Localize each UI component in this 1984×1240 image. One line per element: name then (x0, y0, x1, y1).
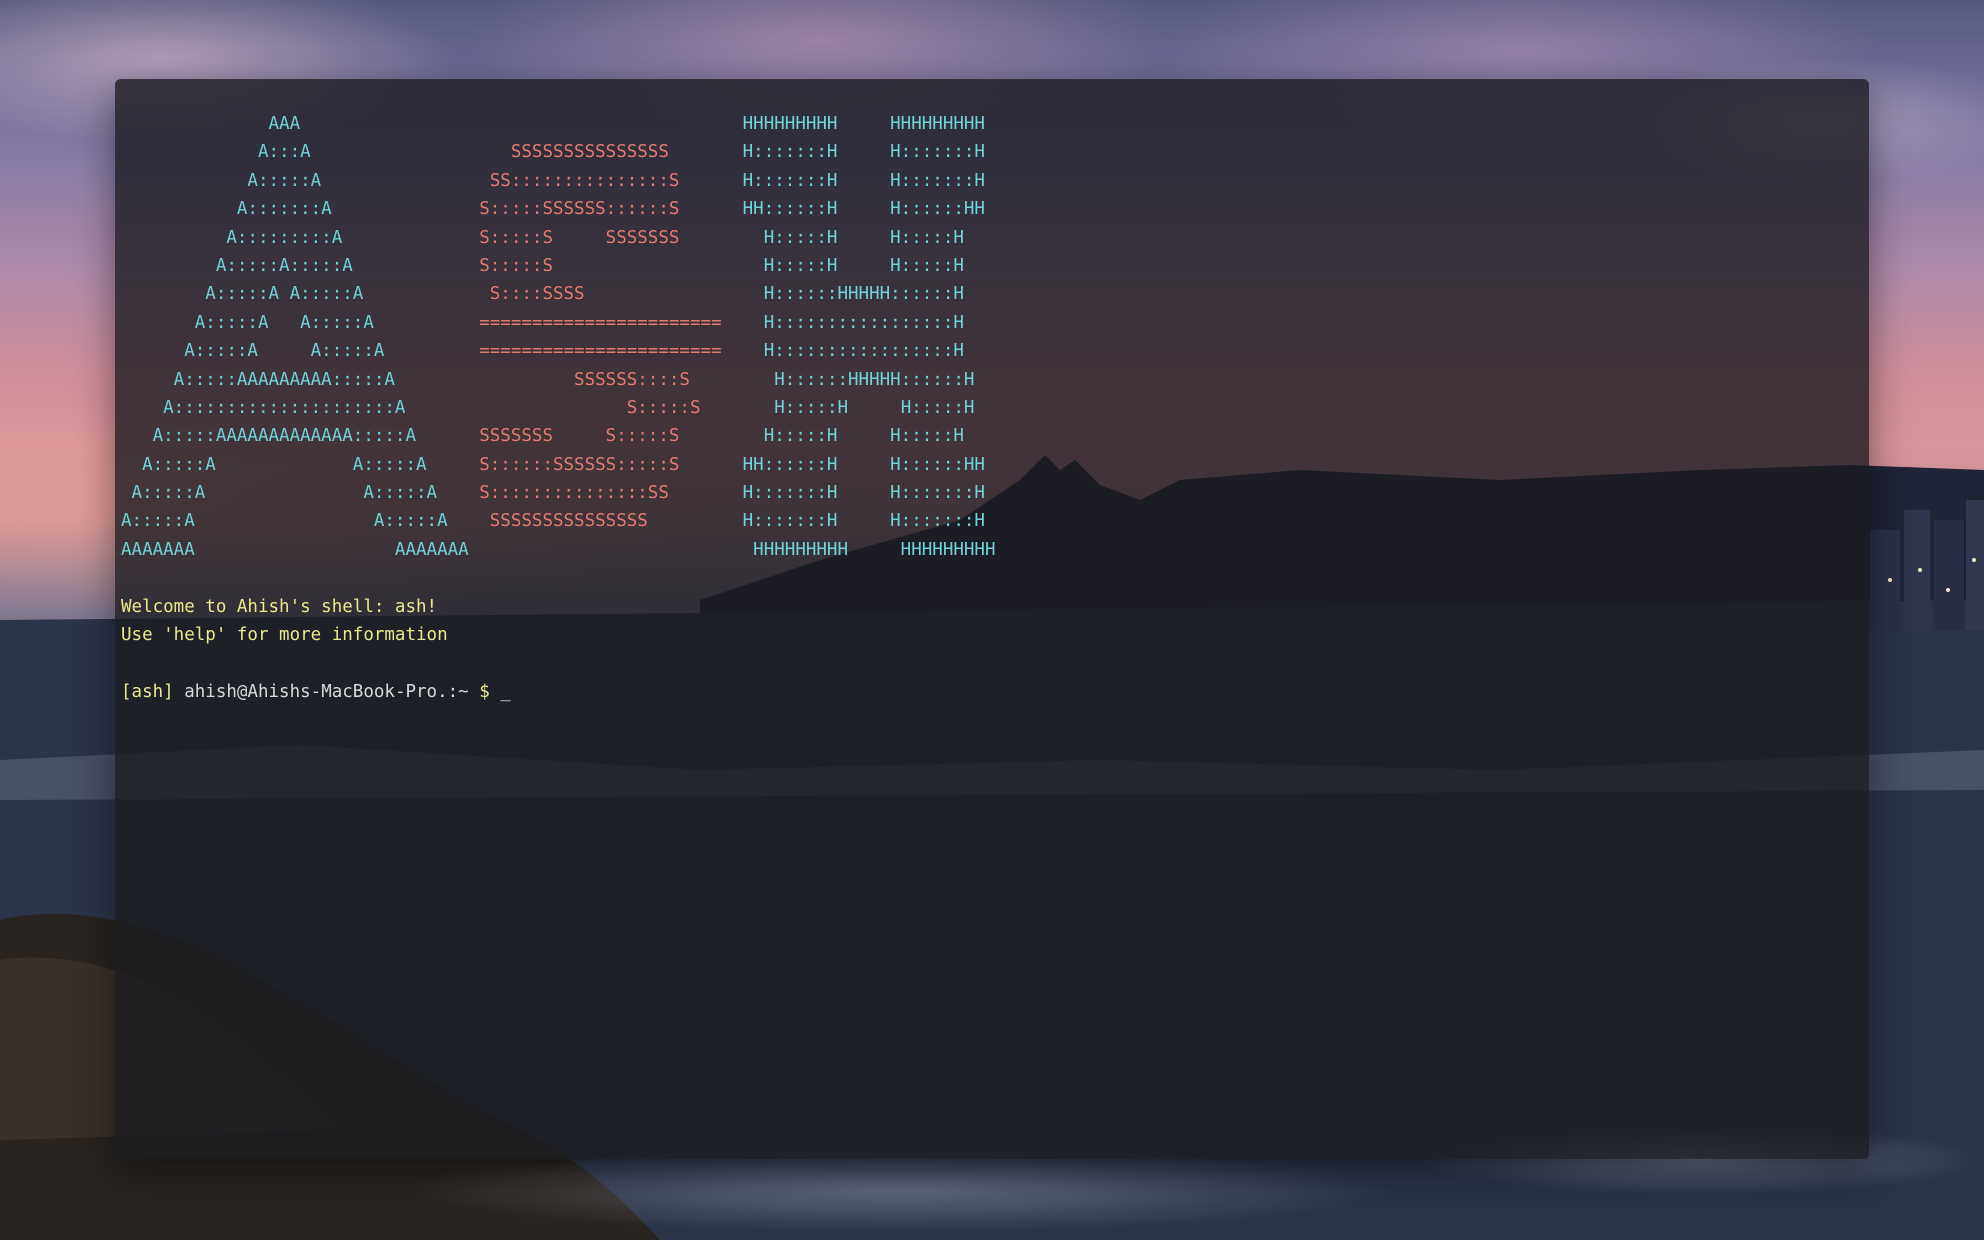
banner-row: AAAAAAA AAAAAAA HHHHHHHHH HHHHHHHHH (121, 536, 1863, 564)
banner-letter-s (500, 540, 732, 560)
banner-row: A:::::AAAAAAAAAAAAA:::::A SSSSSSS S:::::… (121, 422, 1863, 450)
prompt-symbol: $ (479, 681, 490, 702)
current-path: :~ (447, 681, 469, 702)
banner-row: A:::::A A:::::A S::::::SSSSSS:::::S HH::… (121, 451, 1863, 479)
banner-letter-h: H:::::H H:::::H (742, 255, 985, 276)
banner-letter-a: A:::::::A (121, 199, 448, 220)
banner-letter-a: A:::::A (121, 170, 448, 191)
banner-letter-a: A:::::::::::::::::::::A (121, 397, 448, 418)
banner-letter-h: H:::::H H:::::H (742, 426, 985, 447)
banner-row: A:::::A A:::::A S:::::::::::::::SS H::::… (121, 479, 1863, 507)
banner-row: A:::::A:::::A S:::::S H:::::H H:::::H (121, 252, 1863, 280)
city-buildings (1870, 500, 1984, 630)
banner-letter-s: SS:::::::::::::::S (479, 170, 722, 191)
banner-letter-s: S:::::S (479, 255, 722, 276)
banner-row: A:::::::A S:::::SSSSSS::::::S HH::::::H … (121, 195, 1863, 223)
banner-letter-s: S:::::SSSSSS::::::S (479, 199, 722, 220)
banner-letter-h: H:::::::H H:::::::H (742, 170, 985, 191)
banner-row: A:::::AAAAAAAAA:::::A SSSSSS::::S H:::::… (121, 366, 1863, 394)
banner-letter-a: AAA (121, 114, 448, 134)
banner-letter-h: H:::::::H H:::::::H (742, 142, 985, 163)
banner-letter-h: HHHHHHHHH HHHHHHHHH (753, 539, 996, 560)
banner-row: A:::A SSSSSSSSSSSSSSS H:::::::H H:::::::… (121, 138, 1863, 166)
banner-row: A:::::A A:::::A ======================= … (121, 309, 1863, 337)
ascii-banner: AAA HHHHHHHHH HHHHHHHHH A:::A SSSSSSSSSS… (121, 110, 1863, 564)
banner-letter-a: A:::::A:::::A (121, 255, 448, 276)
banner-letter-h: H:::::H H:::::H (742, 227, 985, 248)
shell-tag: [ash] (121, 681, 174, 702)
banner-letter-h: HHHHHHHHH HHHHHHHHH (742, 114, 985, 134)
banner-row: A:::::A A:::::A SSSSSSSSSSSSSSS H:::::::… (121, 507, 1863, 535)
banner-letter-s: SSSSSSS S:::::S (479, 426, 722, 447)
user-host: ahish@Ahishs-MacBook-Pro. (184, 681, 448, 702)
banner-row: A:::::::::A S:::::S SSSSSSS H:::::H H:::… (121, 224, 1863, 252)
terminal-output: AAA HHHHHHHHH HHHHHHHHH A:::A SSSSSSSSSS… (121, 110, 1863, 706)
welcome-message: Welcome to Ahish's shell: ash! (121, 596, 438, 617)
banner-letter-h: HH::::::H H::::::HH (742, 199, 985, 220)
banner-letter-a: AAAAAAA AAAAAAA (121, 539, 469, 560)
banner-letter-a: A:::::A A:::::A (121, 341, 448, 362)
banner-letter-a: A:::::::::A (121, 227, 448, 248)
banner-row: A:::::A SS:::::::::::::::S H:::::::H H::… (121, 167, 1863, 195)
banner-letter-s: SSSSSSSSSSSSSSS (479, 142, 722, 163)
banner-letter-h: H::::::HHHHH::::::H (742, 284, 985, 305)
banner-letter-h: H::::::HHHHH::::::H (753, 369, 996, 390)
banner-letter-h: H:::::::H H:::::::H (742, 511, 985, 532)
banner-letter-s: S:::::S (479, 397, 733, 418)
text-cursor[interactable]: _ (500, 682, 511, 702)
banner-letter-a: A:::A (121, 142, 448, 163)
banner-letter-h: H:::::::::::::::::H (753, 341, 985, 362)
banner-letter-a: A:::::A A:::::A (121, 284, 448, 305)
banner-letter-s (479, 114, 721, 134)
help-hint: Use 'help' for more information (121, 625, 448, 646)
banner-letter-a: A:::::AAAAAAAAA:::::A (121, 369, 448, 390)
banner-letter-a: A:::::A A:::::A (121, 312, 448, 333)
terminal-window[interactable]: AAA HHHHHHHHH HHHHHHHHH A:::A SSSSSSSSSS… (115, 79, 1869, 1159)
banner-row: A:::::A A:::::A ======================= … (121, 337, 1863, 365)
banner-letter-h: H:::::H H:::::H (753, 397, 996, 418)
banner-letter-s: ======================= (479, 312, 733, 333)
banner-letter-a: A:::::AAAAAAAAAAAAA:::::A (121, 426, 448, 447)
banner-letter-a: A:::::A A:::::A (121, 454, 448, 475)
banner-letter-s: S:::::::::::::::SS (479, 483, 722, 504)
banner-letter-h: H:::::::H H:::::::H (742, 483, 985, 504)
banner-letter-s: S:::::S SSSSSSS (479, 227, 722, 248)
banner-letter-s: SSSSSS::::S (479, 369, 733, 390)
banner-letter-s: SSSSSSSSSSSSSSS (479, 511, 722, 532)
banner-letter-s: ======================= (479, 341, 733, 362)
banner-letter-a: A:::::A A:::::A (121, 511, 448, 532)
banner-row: AAA HHHHHHHHH HHHHHHHHH (121, 110, 1863, 138)
command-prompt[interactable]: [ash] ahish@Ahishs-MacBook-Pro.:~ $ _ (121, 678, 1863, 706)
banner-letter-h: HH::::::H H::::::HH (742, 454, 985, 475)
banner-letter-s: S::::::SSSSSS:::::S (479, 454, 722, 475)
banner-row: A:::::A A:::::A S::::SSSS H::::::HHHHH::… (121, 280, 1863, 308)
banner-row: A:::::::::::::::::::::A S:::::S H:::::H … (121, 394, 1863, 422)
banner-letter-a: A:::::A A:::::A (121, 483, 448, 504)
banner-letter-s: S::::SSSS (479, 284, 722, 305)
banner-letter-h: H:::::::::::::::::H (753, 312, 985, 333)
